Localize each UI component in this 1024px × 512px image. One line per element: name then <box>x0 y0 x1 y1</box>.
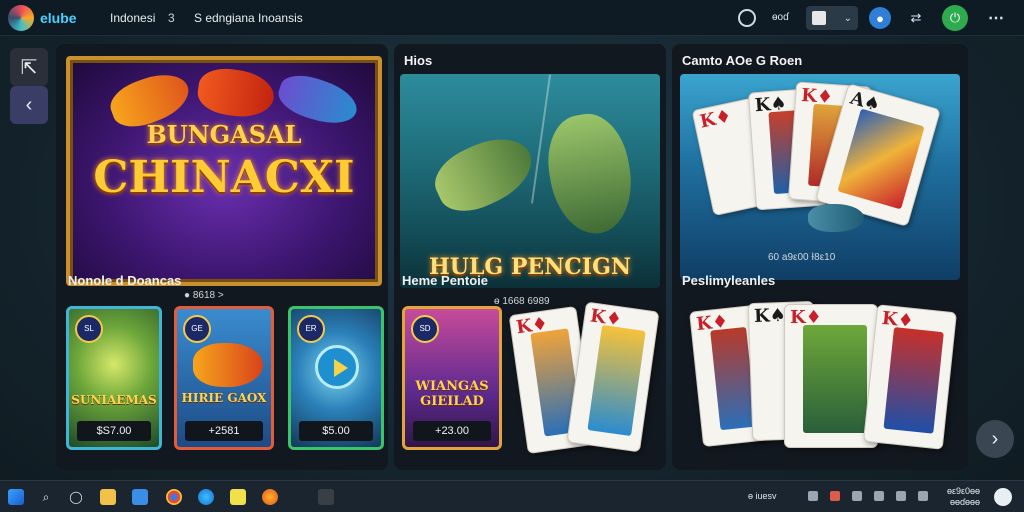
game-thumb[interactable]: GE HIRIE GAOX +2581 <box>174 306 274 450</box>
section-title: Heme Pentoie <box>402 273 488 288</box>
fishing-line <box>530 74 552 204</box>
flag-selector[interactable]: ⌄ <box>806 6 858 30</box>
clock-date: ɵɵɗɵɵɵ <box>949 497 980 507</box>
notification-icon[interactable] <box>994 488 1012 506</box>
battery-icon[interactable] <box>874 491 884 501</box>
keyboard-icon[interactable] <box>918 491 928 501</box>
hero-banner-cards[interactable]: K♦ K♠ K♦ A♠ <box>680 74 960 280</box>
badge: SD <box>411 315 439 343</box>
game-price: $5.00 <box>299 421 373 441</box>
card-art <box>803 325 867 433</box>
hero-title-line2: CHINACXI <box>93 152 355 203</box>
fish-illustration <box>426 125 542 223</box>
store-icon[interactable] <box>132 489 148 505</box>
user-icon[interactable]: ● <box>869 7 891 29</box>
panel-title: Camto AOe G Roen <box>682 53 803 68</box>
chevron-right-icon: › <box>991 427 999 450</box>
chevron-left-icon: ‹ <box>25 93 33 116</box>
game-thumb[interactable]: ER $5.00 <box>288 306 384 450</box>
edge-icon[interactable] <box>198 489 214 505</box>
playing-card[interactable]: K♦ <box>863 304 957 450</box>
card-rank: K♦ <box>698 105 734 133</box>
playing-card[interactable]: K♦ <box>566 301 660 453</box>
card-art <box>587 324 646 437</box>
search-icon[interactable]: ⌕ <box>38 489 54 505</box>
expand-nav-button[interactable]: ⇱ <box>10 48 48 86</box>
next-button[interactable]: › <box>976 420 1014 458</box>
game-title: HIRIE GAOX <box>181 391 267 405</box>
game-thumb[interactable]: SD WIANGAS GIEILAD +23.00 <box>402 306 502 450</box>
hero-title-line1: BUNGASAL <box>146 120 302 149</box>
card-art <box>837 108 925 210</box>
card-rank: K♠ <box>753 304 787 327</box>
badge: ER <box>297 315 325 343</box>
app-logo[interactable] <box>8 5 34 31</box>
game-title: WIANGAS GIEILAD <box>415 379 489 409</box>
hero-caption: 60 a9ε00 Ɨ8ε10 <box>768 252 836 263</box>
brand-name: elube <box>40 10 77 26</box>
hero-caption: ɵ 1668 6989 <box>494 296 550 307</box>
card-art <box>883 327 944 434</box>
region-count: 3 <box>168 11 175 25</box>
taskbar: ⌕ ◯ ɵ iuesv ɵε9ε0ɵɵ ɵɵɗɵɵɵ <box>0 480 1024 512</box>
page-subtitle: S edngiana Inoansis <box>194 11 303 25</box>
fish-illustration <box>193 343 263 387</box>
back-button[interactable]: ‹ <box>10 86 48 124</box>
game-price: $S7.00 <box>77 421 151 441</box>
firefox-icon[interactable] <box>262 489 278 505</box>
badge: SL <box>75 315 103 343</box>
badge: GE <box>183 315 211 343</box>
network-icon[interactable] <box>808 491 818 501</box>
top-bar: elube Indonesi 3 S edngiana Inoansis ɵoɗ… <box>0 0 1024 36</box>
game-price: +23.00 <box>413 421 491 441</box>
section-title: Peslimyleanles <box>682 273 776 288</box>
clock[interactable]: ɵε9ε0ɵɵ ɵɵɗɵɵɵ <box>940 486 980 508</box>
featured-panel-fishing: BUNGASAL CHINACXI ● 8618 > Nonole d Doan… <box>56 44 388 470</box>
wifi-icon[interactable] <box>896 491 906 501</box>
more-icon[interactable]: ⋯ <box>985 7 1007 29</box>
fish-illustration <box>195 64 277 122</box>
chrome-icon[interactable] <box>166 489 182 505</box>
game-title: SUNIAEMAS <box>71 393 157 407</box>
task-view-icon[interactable]: ◯ <box>68 489 84 505</box>
file-explorer-icon[interactable] <box>100 489 116 505</box>
search-icon[interactable] <box>738 9 756 27</box>
panel-title: Hios <box>404 53 433 68</box>
play-icon <box>315 345 359 389</box>
volume-icon[interactable] <box>852 491 862 501</box>
featured-panel-cards: Camto AOe G Roen K♦ K♠ K♦ A♠ 60 a9ε00 Ɨ8… <box>672 44 968 470</box>
chevron-down-icon: ⌄ <box>843 12 852 24</box>
tray-text[interactable]: ɵ iuesv <box>748 491 777 501</box>
region-label[interactable]: Indonesi <box>110 11 155 25</box>
clock-time: ɵε9ε0ɵɵ <box>946 486 980 496</box>
link-icon[interactable]: ⇄ <box>905 7 927 29</box>
toolbar-text: ɵoɗ <box>772 12 789 23</box>
terminal-icon[interactable] <box>318 489 334 505</box>
hero-banner-underwater[interactable]: HULG PENCIGN <box>400 74 660 288</box>
hero-banner-fishing[interactable]: BUNGASAL CHINACXI <box>66 56 382 286</box>
game-price: +2581 <box>185 421 263 441</box>
arrow-icon: ⇱ <box>20 56 38 79</box>
section-title: Nonole d Doancas <box>68 273 182 288</box>
featured-panel-hios: Hios HULG PENCIGN ɵ 1668 6989 Heme Pento… <box>394 44 666 470</box>
notes-icon[interactable] <box>230 489 246 505</box>
flag-icon <box>812 11 826 25</box>
fish-illustration <box>540 107 640 241</box>
power-icon[interactable]: ⏻ <box>942 5 968 31</box>
fish-illustration <box>808 204 864 232</box>
hero-caption: ● 8618 > <box>184 290 224 301</box>
alert-icon[interactable] <box>830 491 840 501</box>
start-icon[interactable] <box>8 489 24 505</box>
game-thumb[interactable]: SL SUNIAEMAS $S7.00 <box>66 306 162 450</box>
